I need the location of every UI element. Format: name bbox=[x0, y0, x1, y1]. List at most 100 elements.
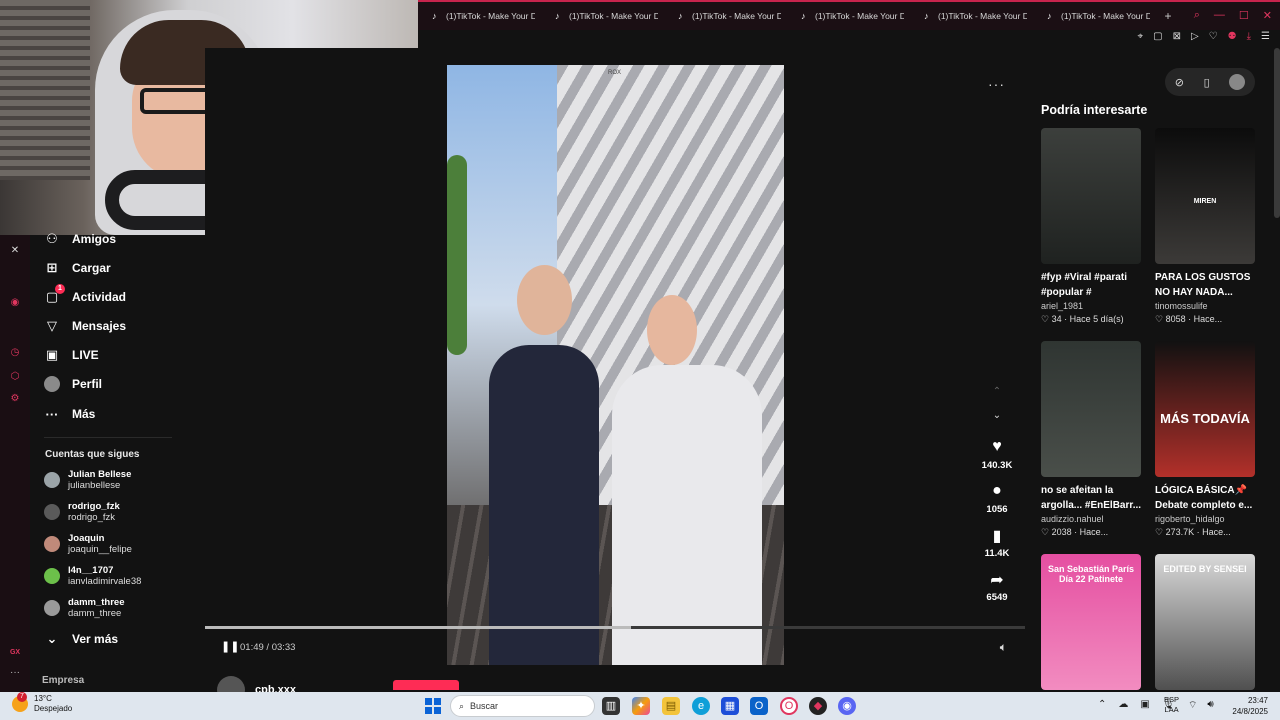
download-icon[interactable]: ⤓ bbox=[1247, 31, 1251, 42]
volume-icon[interactable]: 🔈︎ bbox=[1000, 640, 1007, 655]
like-button[interactable]: ♥ 140.3K bbox=[977, 438, 1017, 471]
browser-tab[interactable]: ♪ (1)TikTok - Make Your D bbox=[1033, 11, 1156, 21]
search-icon[interactable]: ⌕ bbox=[1194, 9, 1200, 22]
snapshot-icon[interactable]: ▢ bbox=[1153, 31, 1162, 42]
tiktok-icon: ♪ bbox=[801, 11, 806, 21]
chevron-up-icon[interactable]: ⌃ bbox=[1098, 699, 1106, 710]
video-progress-bar[interactable] bbox=[205, 626, 1025, 629]
clock-time: 23:47 bbox=[1247, 696, 1268, 705]
card-caption: LÓGICA BÁSICA📌 bbox=[1155, 485, 1248, 496]
speaker-icon[interactable]: 🔊︎ bbox=[1207, 699, 1213, 712]
profile-avatar bbox=[44, 376, 60, 392]
settings-icon[interactable]: ⚙ bbox=[9, 393, 21, 405]
more-options-icon[interactable]: ··· bbox=[988, 76, 1005, 92]
more-icon[interactable]: ··· bbox=[9, 667, 21, 679]
following-account[interactable]: damm_three damm_three bbox=[44, 597, 125, 619]
close-icon[interactable]: ✕ bbox=[1263, 9, 1272, 22]
windows-start-icon[interactable] bbox=[425, 698, 441, 714]
card-caption-2: #popular # bbox=[1041, 287, 1092, 298]
recommended-video-card[interactable]: MIREN PARA LOS GUSTOS NO HAY NADA... tinomo… bbox=[1155, 128, 1259, 326]
upload-icon: ⊞ bbox=[46, 260, 58, 275]
heart-icon[interactable]: ♡ bbox=[1209, 31, 1218, 42]
browser-tab[interactable]: ♪ (1)TikTok - Make Your D bbox=[541, 11, 664, 21]
recommended-video-card[interactable]: San Sebastián París Día 22 Patinete bbox=[1041, 554, 1145, 690]
cloud-icon[interactable]: ☁ bbox=[1118, 699, 1128, 710]
compass-icon[interactable]: ⊘ bbox=[1175, 76, 1184, 89]
task-view-icon[interactable]: ▥ bbox=[602, 697, 620, 715]
profile-avatar[interactable] bbox=[1229, 74, 1246, 90]
new-tab-button[interactable]: + bbox=[1156, 9, 1180, 23]
app-tray-icon[interactable]: ▣ bbox=[1140, 699, 1149, 710]
card-meta: ♡ 8058 · Hace... bbox=[1155, 312, 1259, 326]
file-explorer-icon[interactable]: ▤ bbox=[662, 697, 680, 715]
thumbnail-text: MIREN bbox=[1193, 198, 1217, 205]
minimize-icon[interactable]: — bbox=[1214, 9, 1225, 22]
video-thumbnail: San Sebastián París Día 22 Patinete bbox=[1041, 554, 1141, 690]
player-icon[interactable]: ◉ bbox=[9, 297, 21, 309]
recommendations-title: Podría interesarte bbox=[1041, 103, 1148, 117]
recommended-video-card[interactable]: EDITED BY SENSEI bbox=[1155, 554, 1259, 690]
outlook-icon[interactable]: O bbox=[750, 697, 768, 715]
profile-icon[interactable]: ⚉ bbox=[1228, 31, 1237, 42]
video-player[interactable]: ROX bbox=[447, 65, 784, 665]
taskbar-search[interactable]: ⌕ Buscar bbox=[450, 695, 595, 717]
share-button[interactable]: ➦ 6549 bbox=[977, 570, 1017, 603]
x-icon[interactable]: ✕ bbox=[9, 245, 21, 257]
phone-icon[interactable]: ▯ bbox=[1204, 76, 1210, 89]
pause-icon[interactable]: ❚❚ bbox=[221, 640, 239, 653]
notification-badge: 1 bbox=[55, 284, 65, 294]
vpn-icon[interactable]: ⊠ bbox=[1173, 31, 1181, 42]
taskbar-clock[interactable]: 23:47 24/8/2025 bbox=[1226, 695, 1268, 717]
following-account[interactable]: rodrigo_fzk rodrigo_fzk bbox=[44, 501, 120, 523]
sidebar-item-perfil[interactable]: Perfil bbox=[44, 376, 102, 392]
weather-widget[interactable]: 7 13°C Despejado bbox=[12, 692, 72, 714]
video-thumbnail: MIREN bbox=[1155, 128, 1255, 264]
friends-icon: ⚇ bbox=[46, 231, 58, 246]
sidebar-item-live[interactable]: ▣ LIVE bbox=[44, 347, 99, 363]
browser-tab[interactable]: ♪ (1)TikTok - Make Your D bbox=[787, 11, 910, 21]
history-icon[interactable]: ◷ bbox=[9, 347, 21, 359]
recommended-video-card[interactable]: no se afeitan la argolla... #EnElBarr... a… bbox=[1041, 341, 1145, 539]
store-icon[interactable]: ▦ bbox=[721, 697, 739, 715]
wifi-icon[interactable]: ⌔ bbox=[1188, 699, 1197, 712]
follow-button[interactable] bbox=[393, 680, 459, 690]
browser-tab[interactable]: ♪ (1)TikTok - Make Your D bbox=[418, 11, 541, 21]
maximize-icon[interactable]: ☐ bbox=[1239, 9, 1249, 22]
tab-title: (1)TikTok - Make Your D bbox=[692, 11, 781, 21]
edge-icon[interactable]: e bbox=[692, 697, 710, 715]
sidebar-item-ms[interactable]: ··· Más bbox=[44, 406, 96, 422]
sidebar-item-actividad[interactable]: ▢ 1 Actividad bbox=[44, 284, 126, 305]
pin-icon[interactable]: ⌖ bbox=[1137, 31, 1143, 42]
chevron-down-icon[interactable]: ⌄ bbox=[991, 410, 1003, 421]
video-thumbnail: MÁS TODAVÍA bbox=[1155, 341, 1255, 477]
extensions-icon[interactable]: ⬡ bbox=[9, 371, 21, 383]
save-button[interactable]: ▮ 11.4K bbox=[977, 526, 1017, 559]
following-account[interactable]: l4n__1707 ianvladimirvale38 bbox=[44, 565, 141, 587]
browser-tab[interactable]: ♪ (1)TikTok - Make Your D bbox=[664, 11, 787, 21]
comment-button[interactable]: ● 1056 bbox=[977, 482, 1017, 515]
recommended-video-card[interactable]: MÁS TODAVÍA LÓGICA BÁSICA📌 Debate completo… bbox=[1155, 341, 1259, 539]
menu-icon[interactable]: ☰ bbox=[1261, 31, 1270, 42]
comment-icon: ● bbox=[992, 482, 1002, 499]
account-name: l4n__1707 bbox=[68, 565, 114, 576]
browser-tab[interactable]: ♪ (1)TikTok - Make Your D bbox=[910, 11, 1033, 21]
sidebar-item-mensajes[interactable]: ▽ Mensajes bbox=[44, 318, 126, 334]
chevron-up-icon[interactable]: ⌃ bbox=[991, 386, 1003, 397]
language-indicator[interactable]: ESP LAA bbox=[1164, 695, 1179, 715]
player-icon[interactable]: ▷ bbox=[1191, 31, 1199, 42]
app-icon[interactable]: ◆ bbox=[809, 697, 827, 715]
account-handle: damm_three bbox=[68, 608, 122, 619]
recommended-video-card[interactable]: #fyp #Viral #parati #popular # ariel_1981 ♡… bbox=[1041, 128, 1145, 326]
company-link[interactable]: Empresa bbox=[42, 675, 84, 686]
discord-icon[interactable]: ◉ bbox=[838, 697, 856, 715]
tiktok-sidebar: Cuentas que sigues ⌄ Ver más Empresa ⚇ Am… bbox=[30, 231, 205, 692]
see-more-button[interactable]: ⌄ Ver más bbox=[44, 631, 119, 647]
scrollbar[interactable] bbox=[1274, 48, 1280, 218]
following-account[interactable]: Joaquin joaquin__felipe bbox=[44, 533, 132, 555]
account-text: damm_three damm_three bbox=[68, 597, 125, 619]
copilot-icon[interactable]: ✦ bbox=[632, 697, 650, 715]
following-account[interactable]: Julian Bellese julianbellese bbox=[44, 469, 131, 491]
opera-gx-icon[interactable]: O bbox=[780, 697, 798, 715]
sidebar-item-cargar[interactable]: ⊞ Cargar bbox=[44, 260, 111, 276]
sidebar-item-amigos[interactable]: ⚇ Amigos bbox=[44, 231, 116, 247]
